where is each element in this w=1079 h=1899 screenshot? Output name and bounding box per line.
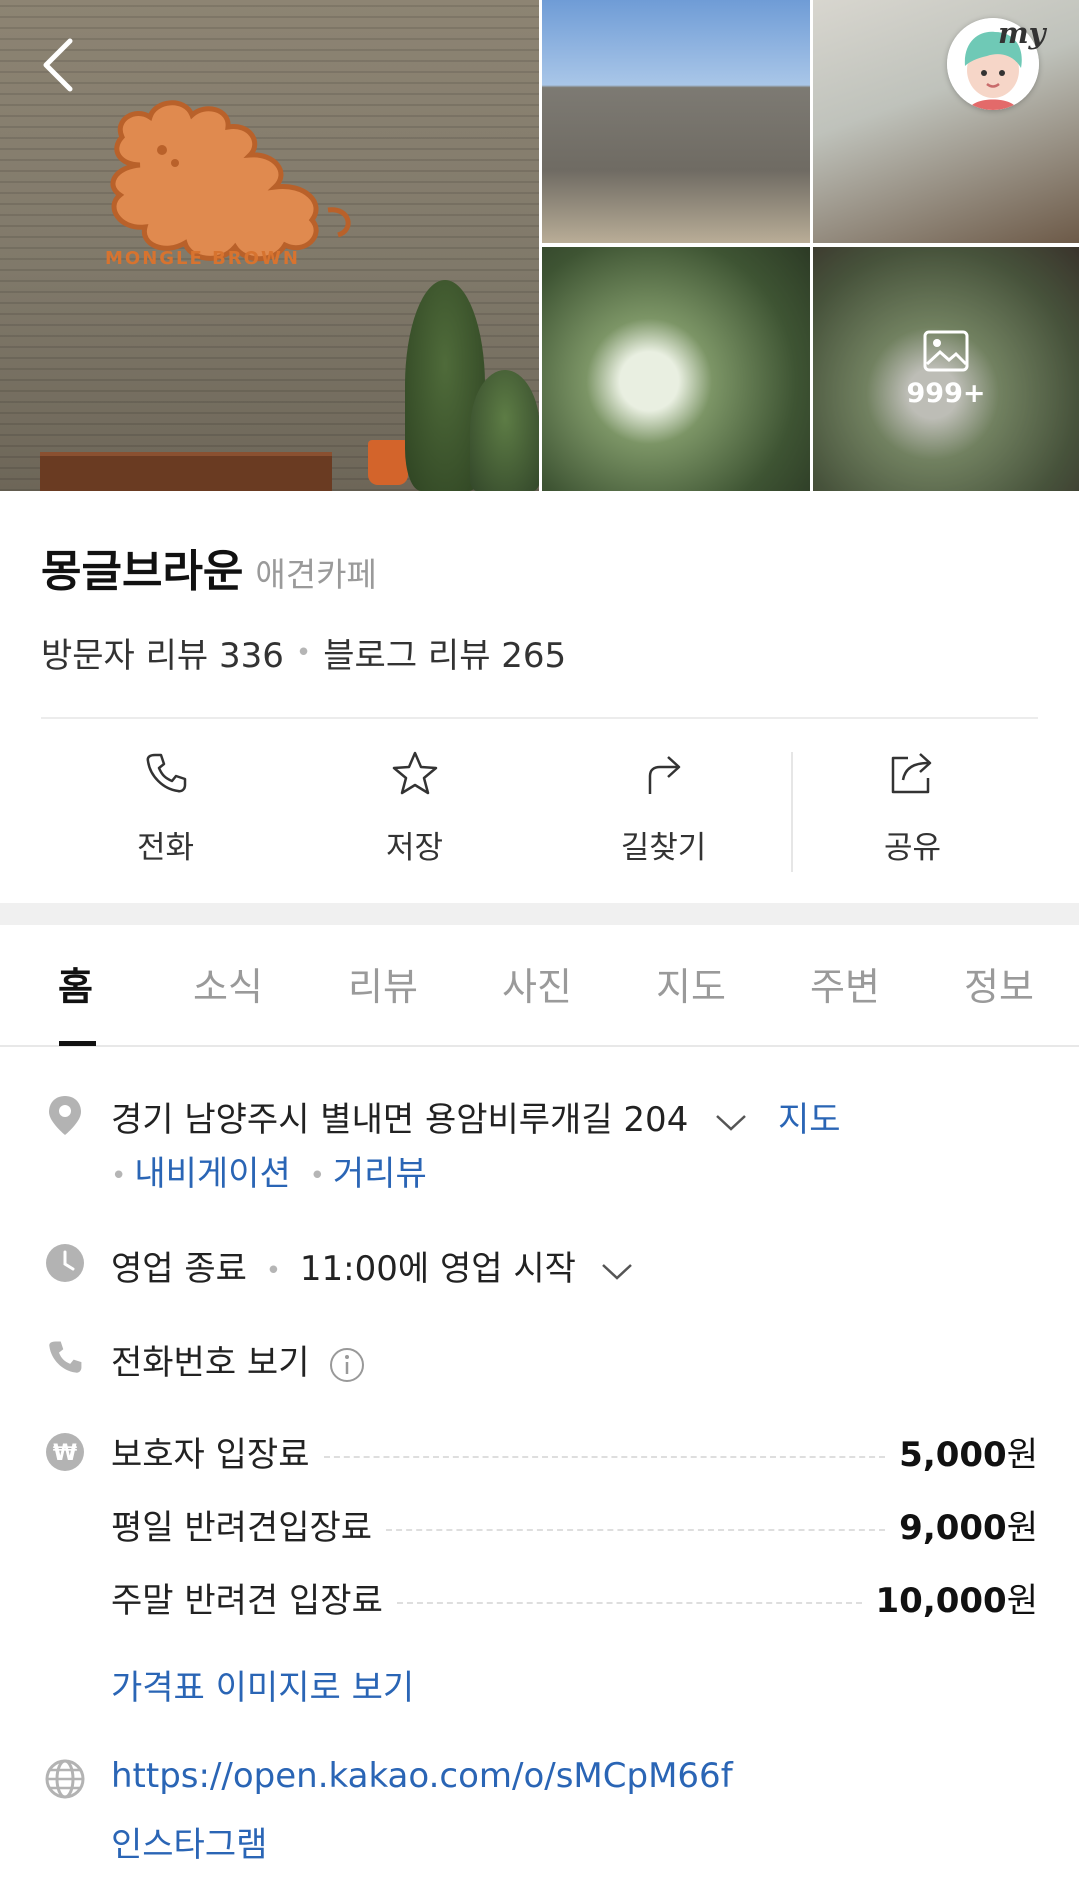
place-category: 애견카페 xyxy=(255,555,377,594)
visitor-reviews-link[interactable]: 방문자 리뷰 336 xyxy=(41,628,284,677)
directions-button[interactable]: 길찾기 xyxy=(539,742,788,882)
cloud-logo-icon xyxy=(110,100,351,262)
price-label: 보호자 입장료 xyxy=(111,1434,310,1475)
photo-gallery: MONGLE BROWN 999+ my xyxy=(0,0,1079,491)
brand-sign: MONGLE BROWN xyxy=(105,248,300,269)
svg-text:₩: ₩ xyxy=(53,1441,77,1466)
address-links-row: • 내비게이션 • 거리뷰 xyxy=(111,1154,427,1194)
price-value: 5,000원 xyxy=(899,1434,1038,1475)
my-label: my xyxy=(998,16,1046,50)
address-text[interactable]: 경기 남양주시 별내면 용암비루개길 204 xyxy=(111,1100,688,1140)
phone-small-icon xyxy=(44,1336,86,1378)
price-image-link[interactable]: 가격표 이미지로 보기 xyxy=(111,1660,414,1709)
back-button[interactable] xyxy=(36,35,88,95)
tab-info[interactable]: 정보 xyxy=(964,956,1034,1011)
price-row: 주말 반려견 입장료 10,000원 xyxy=(111,1575,1038,1621)
more-photos-button[interactable]: 999+ xyxy=(813,247,1079,491)
share-label: 공유 xyxy=(883,830,942,866)
call-button[interactable]: 전화 xyxy=(41,742,290,882)
section-band xyxy=(0,903,1079,925)
hours-status: 영업 종료 xyxy=(111,1249,247,1289)
chevron-down-icon[interactable] xyxy=(599,1259,635,1283)
price-row: 보호자 입장료 5,000원 xyxy=(111,1429,1038,1475)
location-pin-icon xyxy=(44,1094,86,1136)
phone-icon xyxy=(146,753,186,793)
tab-news[interactable]: 소식 xyxy=(193,956,263,1011)
won-currency-icon: ₩ xyxy=(44,1431,86,1473)
hours-row[interactable]: 영업 종료 • 11:00에 영업 시작 xyxy=(111,1241,635,1290)
tab-nearby[interactable]: 주변 xyxy=(810,956,880,1011)
save-button[interactable]: 저장 xyxy=(290,742,539,882)
tab-map[interactable]: 지도 xyxy=(656,956,726,1011)
more-photos-count: 999+ xyxy=(906,377,986,409)
phone-row[interactable]: 전화번호 보기 xyxy=(111,1335,366,1384)
review-counts: 방문자 리뷰 336 • 블로그 리뷰 265 xyxy=(41,628,566,677)
share-button[interactable]: 공유 xyxy=(788,742,1037,882)
tab-home[interactable]: 홈 xyxy=(58,956,93,1011)
map-link[interactable]: 지도 xyxy=(778,1100,841,1140)
directions-label: 길찾기 xyxy=(620,830,707,866)
address-row: 경기 남양주시 별내면 용암비루개길 204 지도 xyxy=(111,1092,841,1141)
action-bar: 전화 저장 길찾기 공유 xyxy=(41,742,1038,882)
price-value: 9,000원 xyxy=(899,1507,1038,1548)
share-icon xyxy=(891,753,931,794)
bench xyxy=(40,452,332,491)
back-arrow-icon xyxy=(43,38,73,92)
info-circle-icon[interactable] xyxy=(328,1346,366,1384)
blog-reviews-link[interactable]: 블로그 리뷰 265 xyxy=(323,628,566,677)
clock-icon xyxy=(44,1242,86,1284)
instagram-link[interactable]: 인스타그램 xyxy=(111,1817,267,1866)
place-name: 몽글브라운 xyxy=(41,546,244,597)
roadview-link[interactable]: 거리뷰 xyxy=(333,1154,427,1194)
navigation-link[interactable]: 내비게이션 xyxy=(134,1154,290,1194)
photo-flowers[interactable] xyxy=(542,247,810,491)
website-link[interactable]: https://open.kakao.com/o/sMCpM66f xyxy=(111,1756,733,1796)
globe-icon xyxy=(44,1758,86,1800)
image-icon xyxy=(923,330,969,371)
price-label: 평일 반려견입장료 xyxy=(111,1507,373,1548)
flower-pot xyxy=(368,440,408,485)
price-label: 주말 반려견 입장료 xyxy=(111,1580,383,1621)
price-row: 평일 반려견입장료 9,000원 xyxy=(111,1502,1038,1548)
star-icon xyxy=(392,751,437,795)
place-title-row: 몽글브라운 애견카페 xyxy=(41,535,377,599)
save-label: 저장 xyxy=(385,830,444,866)
phone-reveal-label[interactable]: 전화번호 보기 xyxy=(111,1343,310,1383)
chevron-down-icon[interactable] xyxy=(713,1110,749,1134)
photo-building[interactable] xyxy=(542,0,810,243)
hours-next-open: 11:00에 영업 시작 xyxy=(299,1249,576,1289)
shrub xyxy=(470,370,539,491)
price-value: 10,000원 xyxy=(875,1580,1038,1621)
directions-icon xyxy=(648,756,680,794)
call-label: 전화 xyxy=(136,830,195,866)
active-tab-indicator xyxy=(59,1041,96,1046)
divider xyxy=(41,717,1038,719)
tab-reviews[interactable]: 리뷰 xyxy=(348,956,418,1011)
separator-dot: • xyxy=(295,637,312,668)
tab-bar: 홈 소식 리뷰 사진 지도 주변 정보 xyxy=(0,925,1079,1047)
tab-photos[interactable]: 사진 xyxy=(502,956,572,1011)
action-separator xyxy=(791,752,793,872)
